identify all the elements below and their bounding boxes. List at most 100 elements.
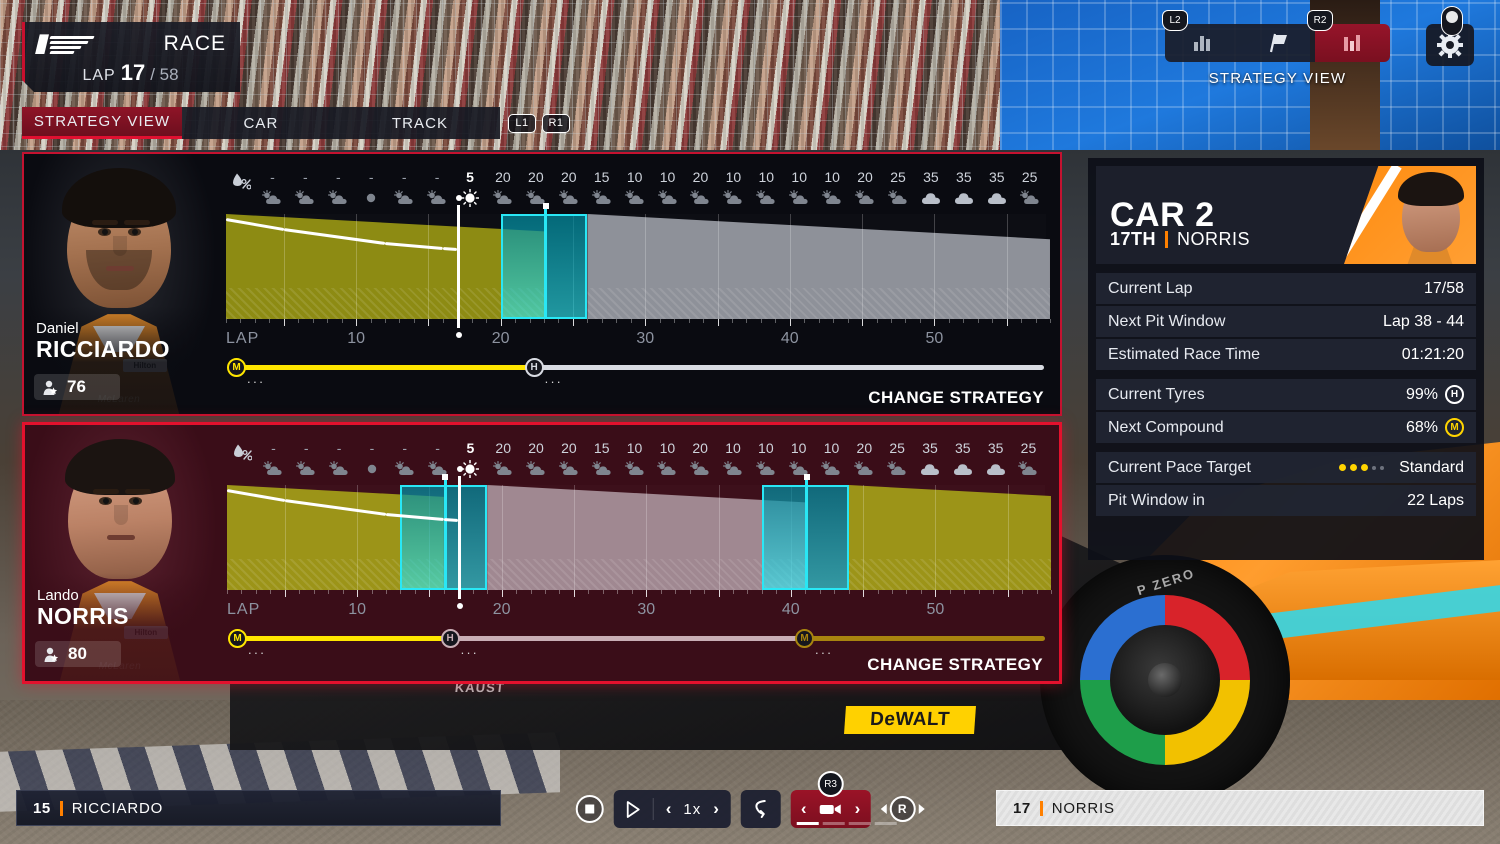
- tyre-compound-letter: M: [233, 633, 242, 644]
- cloud-sun-icon: [427, 190, 446, 204]
- cloud-sun-icon: [821, 461, 841, 475]
- tyre-strategy-bar-norris[interactable]: ›› M...H...M...: [227, 627, 1045, 657]
- bumper-l1-badge[interactable]: L1: [508, 113, 536, 133]
- tyre-compound-marker[interactable]: M: [227, 358, 246, 377]
- strategy-chart-icon: [1343, 35, 1360, 51]
- lap-tick: [283, 319, 285, 326]
- strategy-card-norris[interactable]: Hilton McLaren Lando NORRIS: [22, 422, 1062, 684]
- lap-tick: [992, 319, 994, 323]
- tyre-stint-dots: ...: [248, 642, 267, 657]
- right-stick-control[interactable]: R: [880, 796, 925, 822]
- lap-tick: [935, 590, 937, 597]
- lap-tick: [863, 590, 865, 597]
- pit-stop-marker[interactable]: [803, 474, 810, 590]
- strategy-plot-ricciardo[interactable]: [225, 195, 1050, 338]
- tab-strategy-view[interactable]: STRATEGY VIEW: [22, 107, 182, 139]
- lap-tick: [487, 590, 489, 594]
- replay-button-group[interactable]: [740, 790, 781, 828]
- car-info-row: Pit Window in 22 Laps: [1096, 485, 1476, 516]
- weather-cell: -: [421, 439, 454, 480]
- tyre-stint-segment[interactable]: [533, 365, 1044, 370]
- weather-rain-chance: -: [435, 440, 440, 456]
- weather-cell: 10: [782, 439, 815, 480]
- lap-tick: [341, 319, 343, 323]
- car-info-row-label: Pit Window in: [1108, 491, 1205, 509]
- cloud-sun-icon: [493, 461, 512, 475]
- car-info-row-value: Lap 38 - 44: [1383, 312, 1464, 330]
- tab-track[interactable]: TRACK: [340, 107, 500, 139]
- pace-target-dots[interactable]: [1339, 464, 1385, 471]
- tyre-compound-marker[interactable]: H: [524, 358, 544, 377]
- view-switcher-flag-button[interactable]: [1240, 24, 1315, 62]
- tyre-compound-marker[interactable]: H: [440, 629, 460, 648]
- bumper-r1-badge[interactable]: R1: [542, 113, 570, 133]
- weather-rain-chance: 35: [922, 440, 938, 456]
- weather-rain-chance: 10: [791, 169, 807, 185]
- tyre-compound-marker[interactable]: M: [795, 629, 815, 648]
- divider: [1039, 800, 1043, 816]
- stop-button[interactable]: [575, 795, 604, 823]
- tyre-compound-marker[interactable]: M: [228, 629, 247, 648]
- lap-tick: [818, 319, 820, 323]
- lap-axis-tick-label: 30: [636, 330, 655, 347]
- speed-decrease-button[interactable]: ‹: [666, 799, 672, 819]
- pit-stop-marker[interactable]: [442, 474, 449, 590]
- weather-rain-chance: 20: [560, 169, 577, 185]
- change-strategy-button-norris[interactable]: CHANGE STRATEGY: [867, 655, 1043, 675]
- lap-tick: [255, 590, 257, 594]
- speed-increase-button[interactable]: ›: [713, 799, 719, 819]
- camera-next-button[interactable]: ›: [855, 799, 861, 819]
- cloud-icon: [920, 464, 939, 475]
- replay-button[interactable]: [751, 798, 771, 820]
- weather-rain-chance: -: [401, 169, 407, 185]
- lap-tick: [964, 590, 966, 594]
- lap-tick: [833, 319, 835, 323]
- car-info-group: Current Lap 17/58 Next Pit Window Lap 38…: [1096, 273, 1476, 370]
- tyre-stint-segment[interactable]: [236, 365, 534, 370]
- change-strategy-button-ricciardo[interactable]: CHANGE STRATEGY: [868, 388, 1044, 408]
- lap-tick: [544, 319, 546, 323]
- weather-rain-chance: 10: [824, 169, 840, 185]
- lap-tick: [645, 319, 647, 326]
- lap-tick: [747, 590, 749, 594]
- speed-value: 1x: [683, 800, 702, 818]
- view-switcher: L2 R2 STRATEGY VIEW: [1162, 10, 1390, 87]
- lap-tick: [327, 319, 329, 323]
- weather-rain-chance: -: [270, 169, 275, 185]
- lap-tick: [588, 590, 590, 594]
- grid-line: [356, 214, 358, 319]
- lap-tick: [732, 590, 734, 594]
- lap-tick: [978, 590, 980, 594]
- driver-nameplate-right[interactable]: 17 NORRIS: [996, 790, 1484, 826]
- lap-tick: [847, 319, 849, 323]
- strategy-chart-norris: - - - - - - 5 20 20 20 15 10 10 20 10 10…: [215, 425, 1059, 681]
- cloud-sun-icon: [394, 461, 414, 475]
- weather-rain-chance: 20: [528, 169, 544, 185]
- tab-car[interactable]: CAR: [182, 107, 340, 139]
- car-info-portrait: [1344, 166, 1476, 264]
- badge-r3[interactable]: R3: [817, 771, 844, 797]
- camera-button[interactable]: [819, 801, 843, 817]
- play-button[interactable]: [626, 800, 641, 818]
- driver-eye-left: [98, 228, 111, 236]
- badge-l2[interactable]: L2: [1162, 10, 1188, 31]
- badge-r2[interactable]: R2: [1307, 10, 1333, 31]
- driver-nameplate-left[interactable]: 15 RICCIARDO: [16, 790, 501, 826]
- strategy-card-ricciardo[interactable]: Hilton McLaren Daniel RICCIARDO: [22, 152, 1062, 416]
- lap-tick: [717, 319, 719, 326]
- tyre-stint-segment[interactable]: [237, 636, 450, 641]
- lap-tick: [269, 319, 271, 323]
- tyre-stint-segment[interactable]: [449, 636, 804, 641]
- strategy-plot-norris[interactable]: [226, 466, 1051, 609]
- driver-last-name: RICCIARDO: [36, 336, 170, 362]
- lap-tick: [1035, 319, 1037, 323]
- pit-stop-marker[interactable]: [542, 203, 549, 319]
- weather-cell: 10: [717, 439, 750, 480]
- tyre-strategy-bar-ricciardo[interactable]: ›› M...H...: [226, 356, 1046, 386]
- lap-tick: [631, 590, 633, 594]
- weather-cell: -: [322, 168, 355, 209]
- lap-tick: [284, 590, 286, 597]
- tyre-stint-segment[interactable]: [804, 636, 1045, 641]
- rstick-badge[interactable]: R: [889, 796, 916, 822]
- camera-prev-button[interactable]: ‹: [801, 799, 807, 819]
